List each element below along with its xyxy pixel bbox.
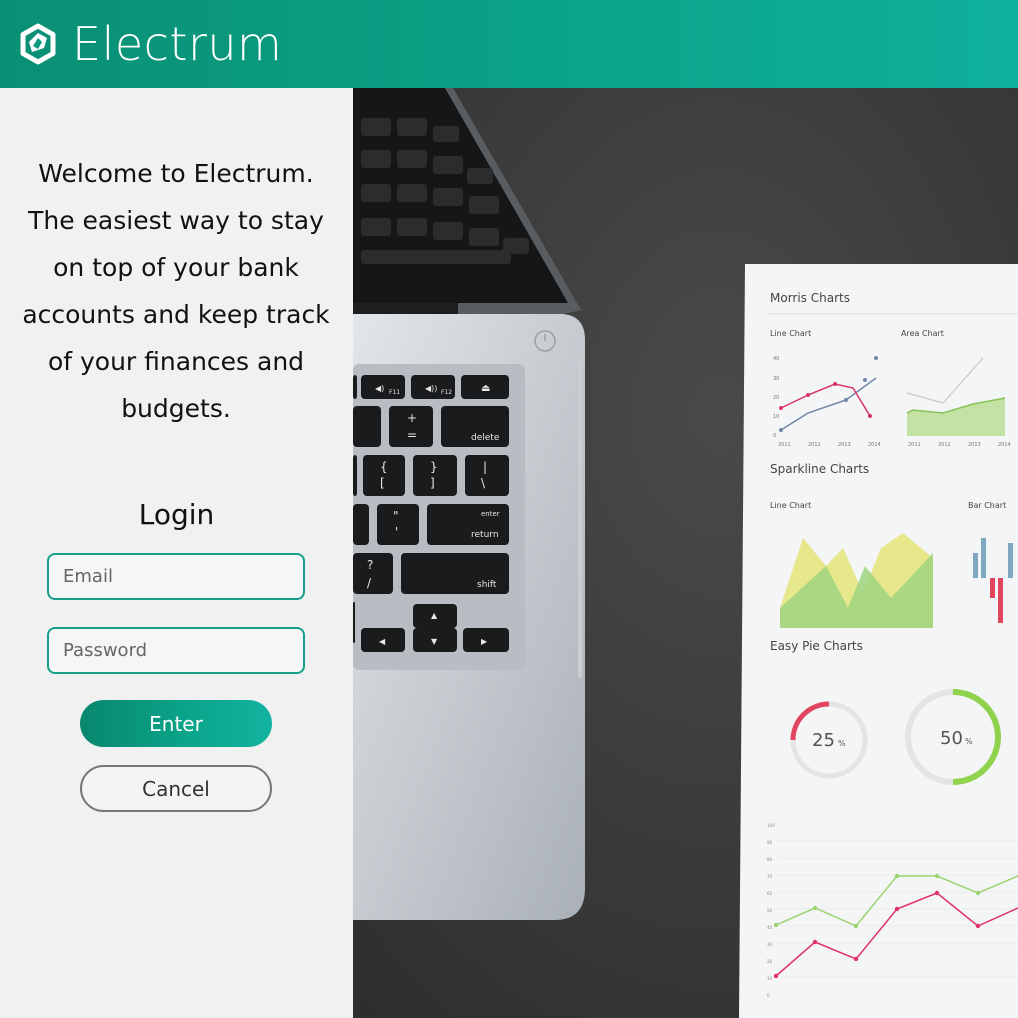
paper-y-tick: 40 xyxy=(773,356,779,362)
key-enter: enter xyxy=(481,510,500,518)
paper-x-tick: 2012 xyxy=(808,442,821,448)
key-bracket-close: ] xyxy=(430,476,435,490)
paper-y-tick: 80 xyxy=(767,857,773,862)
background-photo: ◀) F11 ◀)) F12 ⏏ + = delete { [ } ] | \ … xyxy=(353,88,1018,1018)
paper-x-tick: 2011 xyxy=(778,442,791,448)
pie-value-50: 50 xyxy=(940,728,963,749)
enter-button[interactable]: Enter xyxy=(80,700,272,747)
svg-text:▶: ▶ xyxy=(481,637,488,646)
key-pipe: | xyxy=(483,460,487,474)
email-field[interactable] xyxy=(47,553,305,600)
welcome-message: Welcome to Electrum. The easiest way to … xyxy=(18,150,334,432)
key-question: ? xyxy=(367,558,373,572)
chart-paper: Morris Charts Line Chart Area Chart 40 3… xyxy=(739,264,1018,1018)
svg-text:◀): ◀) xyxy=(375,384,384,393)
key-f11: F11 xyxy=(389,389,400,396)
key-bracket-open: [ xyxy=(380,476,385,490)
paper-line-chart-label: Line Chart xyxy=(770,329,811,338)
paper-heading-morris: Morris Charts xyxy=(770,291,850,305)
paper-y-tick: 90 xyxy=(767,840,773,845)
svg-text:▲: ▲ xyxy=(431,611,438,620)
paper-area-chart-label: Area Chart xyxy=(901,329,944,338)
welcome-line: budgets. xyxy=(121,394,231,423)
svg-text:◀)): ◀)) xyxy=(425,384,437,393)
laptop-and-charts-illustration: ◀) F11 ◀)) F12 ⏏ + = delete { [ } ] | \ … xyxy=(353,88,1018,1018)
welcome-line: on top of your bank xyxy=(53,253,299,282)
paper-x-tick: 2011 xyxy=(908,442,921,448)
key-brace-close: } xyxy=(430,460,438,474)
login-title: Login xyxy=(138,498,215,531)
key-shift: shift xyxy=(477,580,497,590)
paper-y-tick: 10 xyxy=(767,976,773,981)
login-panel: Welcome to Electrum. The easiest way to … xyxy=(0,88,353,1018)
paper-y-tick: 30 xyxy=(773,376,779,382)
cancel-button[interactable]: Cancel xyxy=(80,765,272,812)
key-apostrophe: ' xyxy=(395,525,398,539)
welcome-line: of your finances and xyxy=(47,347,305,376)
svg-text:⏏: ⏏ xyxy=(481,383,490,394)
paper-heading-sparkline: Sparkline Charts xyxy=(770,462,869,476)
paper-y-tick: 10 xyxy=(773,414,779,420)
paper-x-tick: 2014 xyxy=(868,442,881,448)
paper-y-tick: 20 xyxy=(773,395,779,401)
key-f12: F12 xyxy=(441,389,452,396)
key-return: return xyxy=(471,530,499,540)
paper-x-tick: 2014 xyxy=(998,442,1011,448)
brand-title: Electrum xyxy=(72,17,283,71)
key-equals: = xyxy=(407,428,417,442)
electrum-logo-icon xyxy=(20,23,56,65)
paper-y-tick: 50 xyxy=(767,908,773,913)
paper-y-tick: 60 xyxy=(767,891,773,896)
key-delete: delete xyxy=(471,433,500,443)
paper-bar-chart-label: Bar Chart xyxy=(968,501,1006,510)
welcome-line: The easiest way to stay xyxy=(28,206,324,235)
welcome-line: accounts and keep track xyxy=(22,300,330,329)
welcome-line: Welcome to Electrum. xyxy=(38,159,314,188)
svg-text:▼: ▼ xyxy=(431,637,438,646)
paper-spark-line-label: Line Chart xyxy=(770,501,811,510)
key-brace-open: { xyxy=(380,460,388,474)
password-field[interactable] xyxy=(47,627,305,674)
pie-value-25: 25 xyxy=(812,730,835,751)
app-header: Electrum xyxy=(0,0,1018,88)
paper-y-tick: 0 xyxy=(773,433,776,439)
pie-percent: % xyxy=(838,739,846,748)
paper-x-tick: 2013 xyxy=(838,442,851,448)
paper-y-tick: 30 xyxy=(767,942,773,947)
paper-y-tick: 40 xyxy=(767,925,773,930)
svg-text:◀: ◀ xyxy=(379,637,386,646)
paper-y-tick: 100 xyxy=(767,823,775,828)
key-plus: + xyxy=(407,411,417,425)
pie-percent: % xyxy=(965,737,973,746)
paper-heading-pie: Easy Pie Charts xyxy=(770,639,863,653)
paper-y-tick: 70 xyxy=(767,874,773,879)
paper-y-tick: 20 xyxy=(767,959,773,964)
key-quote: " xyxy=(393,509,399,523)
paper-x-tick: 2012 xyxy=(938,442,951,448)
paper-x-tick: 2013 xyxy=(968,442,981,448)
